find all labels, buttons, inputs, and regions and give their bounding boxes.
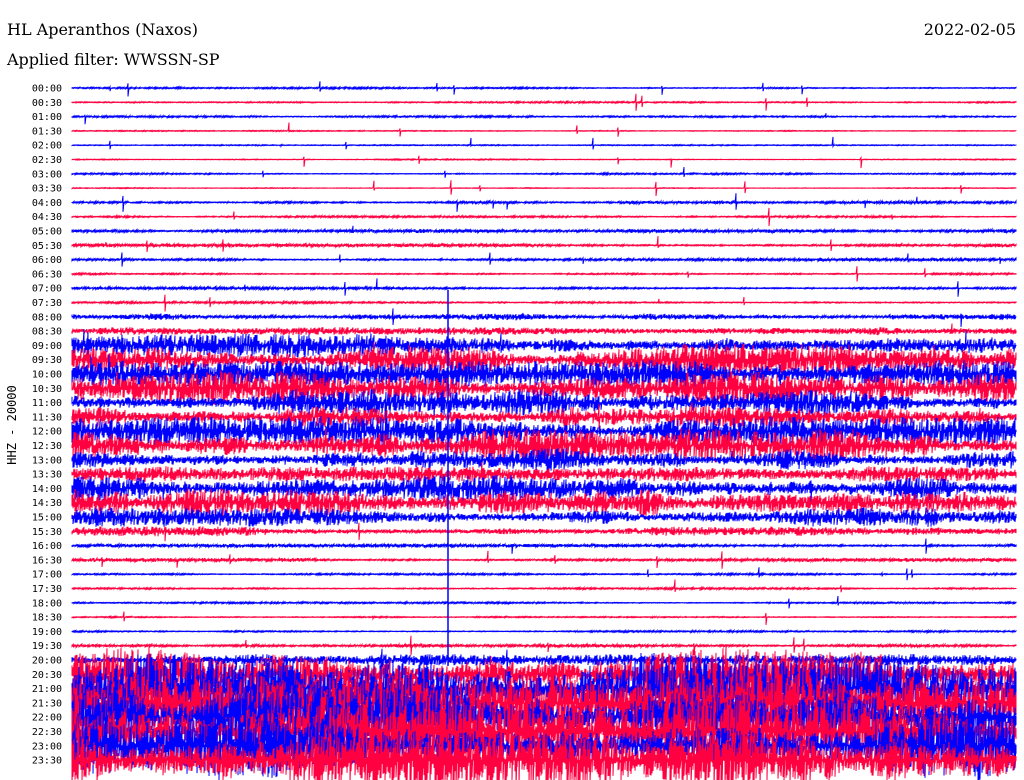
row-time-label: 07:00: [32, 284, 62, 295]
row-time-label: 23:30: [32, 756, 62, 767]
row-time-label: 21:30: [32, 698, 62, 709]
row-time-label: 04:30: [32, 212, 62, 223]
row-time-label: 00:30: [32, 98, 62, 109]
row-time-label: 13:30: [32, 470, 62, 481]
row-time-label: 20:30: [32, 670, 62, 681]
row-time-label: 17:30: [32, 584, 62, 595]
row-time-label: 12:30: [32, 441, 62, 452]
row-time-label: 15:30: [32, 527, 62, 538]
trace-row-0330: [71, 180, 1017, 197]
trace-row-0030: [71, 93, 1017, 111]
trace-row-0230: [71, 155, 1017, 169]
trace-row-0300: [71, 167, 1017, 178]
row-time-label: 11:00: [32, 398, 62, 409]
row-time-label: 10:00: [32, 370, 62, 381]
row-time-label: 18:30: [32, 613, 62, 624]
row-time-label: 12:00: [32, 427, 62, 438]
helicorder-plot: 00:00 00:30 01:00 01:30 02:00 02:30 03:00 03:30…: [32, 81, 1017, 780]
trace-row-0100: [71, 113, 1017, 125]
row-time-label: 22:00: [32, 713, 62, 724]
row-time-label: 06:00: [32, 255, 62, 266]
trace-row-1830: [71, 611, 1017, 625]
trace-row-0700: [71, 278, 1017, 297]
trace-row-1500: [71, 507, 1017, 527]
row-time-label: 10:30: [32, 384, 62, 395]
row-time-label: 15:00: [32, 513, 62, 524]
trace-row-0830: [71, 323, 1017, 336]
row-time-label: 05:30: [32, 241, 62, 252]
row-time-label: 14:00: [32, 484, 62, 495]
row-time-label: 14:30: [32, 498, 62, 509]
row-time-label: 16:30: [32, 555, 62, 566]
trace-row-0430: [71, 207, 1017, 227]
trace-row-0730: [71, 294, 1017, 312]
trace-row-1730: [71, 579, 1017, 593]
trace-row-0800: [71, 308, 1017, 327]
trace-row-1330: [71, 461, 1017, 483]
row-time-label: 21:00: [32, 684, 62, 695]
row-time-label: 06:30: [32, 269, 62, 280]
trace-row-1600: [71, 538, 1017, 554]
trace-row-0130: [71, 122, 1017, 137]
row-time-label: 02:30: [32, 155, 62, 166]
row-time-label: 19:30: [32, 641, 62, 652]
row-time-label: 08:30: [32, 327, 62, 338]
trace-row-0530: [71, 236, 1017, 252]
row-time-label: 11:30: [32, 412, 62, 423]
row-time-label: 13:00: [32, 455, 62, 466]
row-time-label: 01:30: [32, 126, 62, 137]
row-time-label: 03:00: [32, 169, 62, 180]
trace-row-0400: [71, 193, 1017, 212]
row-time-label: 20:00: [32, 656, 62, 667]
row-time-label: 09:30: [32, 355, 62, 366]
row-time-label: 09:00: [32, 341, 62, 352]
row-time-label: 07:30: [32, 298, 62, 309]
row-time-label: 22:30: [32, 727, 62, 738]
trace-row-0500: [71, 225, 1017, 235]
row-time-label: 18:00: [32, 598, 62, 609]
trace-row-0000: [71, 81, 1017, 97]
trace-row-1900: [71, 628, 1017, 635]
row-time-label: 16:00: [32, 541, 62, 552]
row-time-label: 05:00: [32, 227, 62, 238]
row-time-label: 19:00: [32, 627, 62, 638]
trace-row-0630: [71, 266, 1017, 282]
row-time-label: 08:00: [32, 312, 62, 323]
row-time-label: 17:00: [32, 570, 62, 581]
trace-row-0600: [71, 252, 1017, 267]
trace-row-1930: [71, 635, 1017, 656]
row-time-label: 00:00: [32, 84, 62, 95]
row-time-label: 02:00: [32, 141, 62, 152]
row-time-label: 03:30: [32, 184, 62, 195]
trace-row-1630: [71, 550, 1017, 569]
row-time-label: 23:00: [32, 741, 62, 752]
trace-row-1800: [71, 595, 1017, 609]
trace-row-0200: [71, 136, 1017, 150]
row-time-label: 01:00: [32, 112, 62, 123]
row-time-label: 04:00: [32, 198, 62, 209]
trace-row-1700: [71, 567, 1017, 581]
